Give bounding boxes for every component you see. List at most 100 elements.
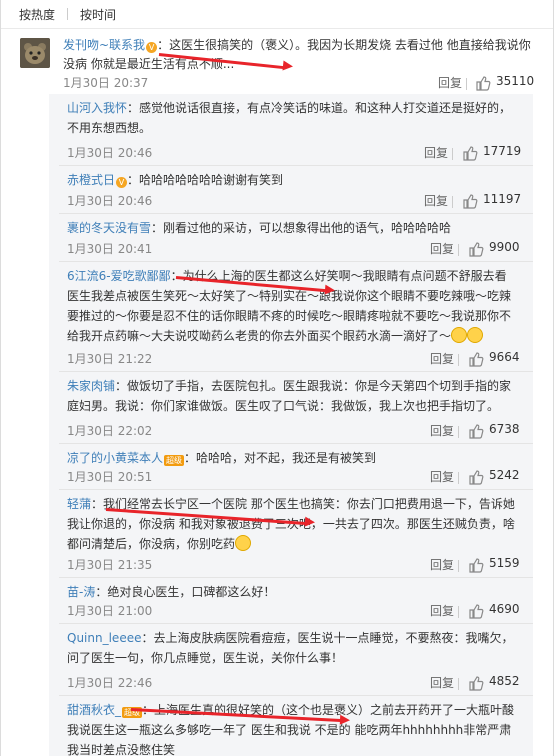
reply-body: ：哈哈哈哈哈哈哈谢谢有笑到 xyxy=(127,173,284,187)
thumbs-up-icon[interactable] xyxy=(475,75,491,91)
reply-meta: 1月30日 20:51 回复 5242 xyxy=(49,468,533,488)
reply-date: 1月30日 21:35 xyxy=(67,558,153,572)
reply-button[interactable]: 回复 xyxy=(430,556,454,573)
reply-meta: 1月30日 21:35 回复 5159 xyxy=(49,556,533,576)
reply-body: ：刚看过他的采访，可以想象得出他的语气，哈哈哈哈哈 xyxy=(151,221,452,235)
thumbs-up-icon[interactable] xyxy=(468,469,484,485)
reply-item: 山河入我怀：感觉他说话很直接，有点冷笑话的味道。和这种人打交道还是挺好的，不用东… xyxy=(49,94,533,166)
like-count: 9900 xyxy=(489,240,520,254)
annotation-arrowhead-icon xyxy=(324,284,336,296)
reply-username[interactable]: 凉了的小黄菜本人 xyxy=(67,451,163,465)
comment-panel: 按热度 按时间 发刊吻~联系我 V ：这医生很搞笑的（褒义）。我因为长期发烧 去看过… xyxy=(0,0,554,756)
reply-text-block: 裹的冬天没有雪：刚看过他的采访，可以想象得出他的语气，哈哈哈哈哈 xyxy=(67,218,517,238)
laughing-emoji-icon xyxy=(235,535,252,551)
reply-date: 1月30日 22:46 xyxy=(67,676,153,690)
level-badge: 超级 xyxy=(164,455,185,466)
annotation-arrowhead-icon xyxy=(282,60,294,72)
reply-meta: 1月30日 20:46 回复 17719 xyxy=(49,144,533,164)
reply-item: 甜酒秋衣_ 超级 ：上海医生真的很好笑的（这个也是褒义）之前去开药开了一大瓶叶酸 我… xyxy=(49,696,533,756)
reply-body: ：哈哈哈，对不起，我还是有被笑到 xyxy=(184,451,377,465)
reply-username[interactable]: 山河入我怀 xyxy=(67,101,127,115)
thumbs-up-icon[interactable] xyxy=(468,423,484,439)
reply-username[interactable]: Quinn_leeee xyxy=(67,631,141,645)
reply-item: 裹的冬天没有雪：刚看过他的采访，可以想象得出他的语气，哈哈哈哈哈 1月30日 2… xyxy=(49,214,533,262)
sort-bar: 按热度 按时间 xyxy=(1,0,553,28)
divider xyxy=(1,28,553,29)
reply-button[interactable]: 回复 xyxy=(430,240,454,257)
meta-divider xyxy=(458,426,459,438)
sort-divider xyxy=(67,8,69,20)
thumbs-up-icon[interactable] xyxy=(462,193,478,209)
reply-button[interactable]: 回复 xyxy=(430,674,454,691)
vip-badge-icon: V xyxy=(146,42,158,53)
reply-meta: 1月30日 20:41 回复 9900 xyxy=(49,240,533,260)
reply-text-block: 6江流6-爱吃歌鄙鄙：为什么上海的医生都这么好笑啊～我眼睛有点问题不舒服去看医生… xyxy=(67,266,517,346)
reply-date: 1月30日 20:41 xyxy=(67,242,153,256)
reply-username[interactable]: 裹的冬天没有雪 xyxy=(67,221,151,235)
reply-item: 6江流6-爱吃歌鄙鄙：为什么上海的医生都这么好笑啊～我眼睛有点问题不舒服去看医生… xyxy=(49,262,533,372)
reply-date: 1月30日 20:46 xyxy=(67,194,153,208)
reply-button[interactable]: 回复 xyxy=(430,602,454,619)
thumbs-up-icon[interactable] xyxy=(462,145,478,161)
meta-divider xyxy=(458,678,459,690)
like-count: 5159 xyxy=(489,556,520,570)
reply-text-block: 朱家肉铺：做饭切了手指，去医院包扎。医生跟我说：你是今天第四个切到手指的家庭妇男… xyxy=(67,376,517,416)
reply-button[interactable]: 回复 xyxy=(438,74,462,91)
annotation-arrowhead-icon xyxy=(339,714,351,726)
thumbs-up-icon[interactable] xyxy=(468,557,484,573)
meta-divider xyxy=(458,472,459,484)
meta-divider xyxy=(466,78,467,90)
reply-button[interactable]: 回复 xyxy=(424,192,448,209)
thumbs-up-icon[interactable] xyxy=(468,603,484,619)
reply-username[interactable]: 苗-涛 xyxy=(67,585,95,599)
like-count: 17719 xyxy=(483,144,522,158)
reply-button[interactable]: 回复 xyxy=(430,422,454,439)
comment-date: 1月30日 20:37 xyxy=(63,76,149,90)
annotation-arrowhead-icon xyxy=(304,516,316,528)
reply-item: Quinn_leeee：去上海皮肤病医院看痘痘，医生说十一点睡觉，不要熬夜：我嘴… xyxy=(49,624,533,696)
laughing-emoji-icon xyxy=(467,327,484,343)
reply-username[interactable]: 朱家肉铺 xyxy=(67,379,115,393)
comment-text-block: 发刊吻~联系我 V ：这医生很搞笑的（褒义）。我因为长期发烧 去看过他 他直接给我说… xyxy=(63,36,535,74)
reply-username[interactable]: 甜酒秋衣_ xyxy=(67,703,121,717)
reply-button[interactable]: 回复 xyxy=(430,468,454,485)
avatar[interactable] xyxy=(20,38,50,68)
reply-meta: 1月30日 22:02 回复 6738 xyxy=(49,422,533,442)
reply-item: 赤橙式日 V ：哈哈哈哈哈哈哈谢谢有笑到 1月30日 20:46 回复 11197 xyxy=(49,166,533,214)
reply-item: 苗-涛：绝对良心医生，口碑都这么好！ 1月30日 21:00 回复 4690 xyxy=(49,578,533,624)
meta-divider xyxy=(452,148,453,160)
vip-badge-icon: V xyxy=(116,177,128,188)
reply-button[interactable]: 回复 xyxy=(424,144,448,161)
reply-text-block: 凉了的小黄菜本人 超级 ：哈哈哈，对不起，我还是有被笑到 xyxy=(67,448,517,468)
reply-meta: 1月30日 21:00 回复 4690 xyxy=(49,602,533,622)
like-count: 6738 xyxy=(489,422,520,436)
reply-username[interactable]: 6江流6-爱吃歌鄙鄙 xyxy=(67,269,171,283)
reply-item: 朱家肉铺：做饭切了手指，去医院包扎。医生跟我说：你是今天第四个切到手指的家庭妇男… xyxy=(49,372,533,444)
meta-divider xyxy=(458,560,459,572)
reply-body: ：做饭切了手指，去医院包扎。医生跟我说：你是今天第四个切到手指的家庭妇男。我说：… xyxy=(67,379,512,413)
like-count: 5242 xyxy=(489,468,520,482)
thumbs-up-icon[interactable] xyxy=(468,241,484,257)
reply-date: 1月30日 21:00 xyxy=(67,604,153,618)
thumbs-up-icon[interactable] xyxy=(468,675,484,691)
bear-avatar-icon xyxy=(20,38,50,68)
comment-username[interactable]: 发刊吻~联系我 xyxy=(63,38,145,52)
like-count: 11197 xyxy=(483,192,522,206)
meta-divider xyxy=(458,244,459,256)
meta-divider xyxy=(458,354,459,366)
reply-button[interactable]: 回复 xyxy=(430,350,454,367)
reply-username[interactable]: 赤橙式日 xyxy=(67,173,115,187)
reply-meta: 1月30日 20:46 回复 11197 xyxy=(49,192,533,212)
comment-meta: 1月30日 20:37 回复 35110 xyxy=(1,74,553,94)
reply-meta: 1月30日 22:46 回复 4852 xyxy=(49,674,533,694)
reply-username[interactable]: 轻蒲 xyxy=(67,497,91,511)
reply-date: 1月30日 22:02 xyxy=(67,424,153,438)
like-count: 35110 xyxy=(496,74,535,88)
reply-text-block: 苗-涛：绝对良心医生，口碑都这么好！ xyxy=(67,582,517,602)
sort-by-hot[interactable]: 按热度 xyxy=(19,6,55,23)
reply-item: 凉了的小黄菜本人 超级 ：哈哈哈，对不起，我还是有被笑到 1月30日 20:51 回… xyxy=(49,444,533,490)
thumbs-up-icon[interactable] xyxy=(468,351,484,367)
reply-text-block: Quinn_leeee：去上海皮肤病医院看痘痘，医生说十一点睡觉，不要熬夜：我嘴… xyxy=(67,628,517,668)
meta-divider xyxy=(452,196,453,208)
sort-by-time[interactable]: 按时间 xyxy=(80,6,116,23)
